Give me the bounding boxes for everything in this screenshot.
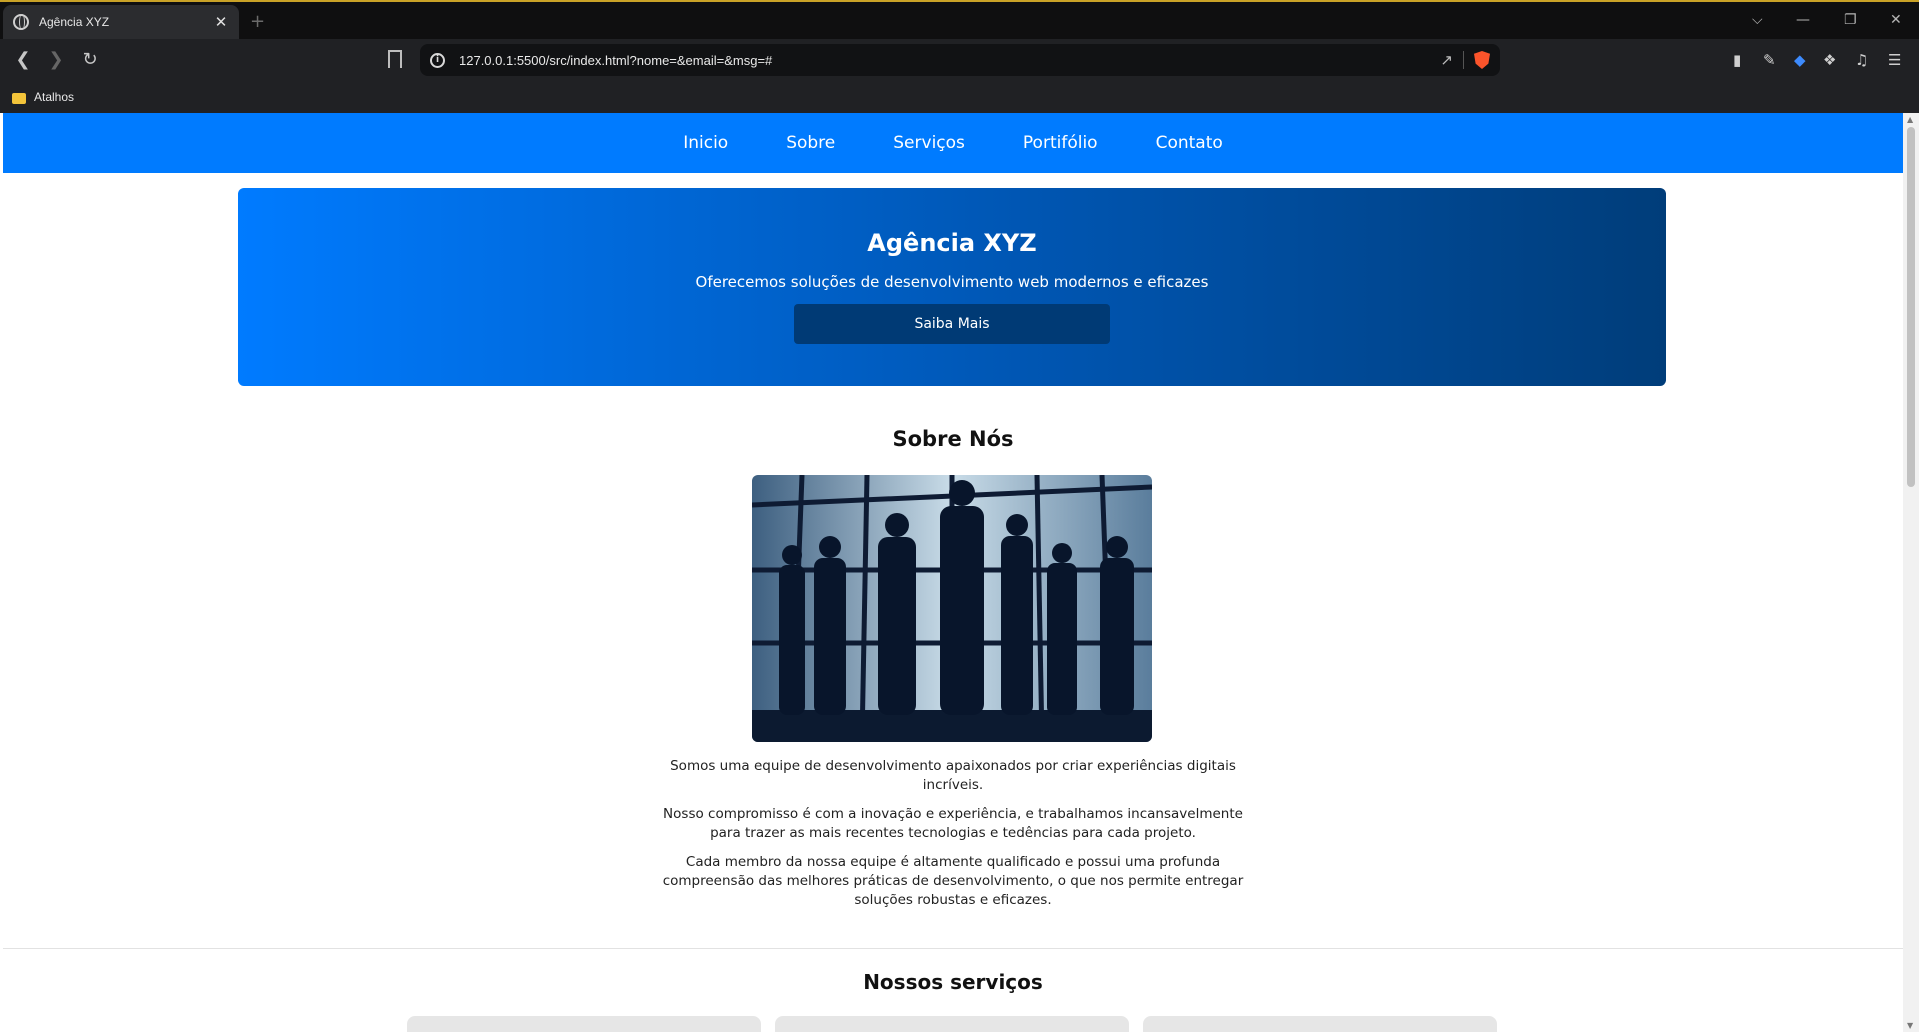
window-close-icon[interactable]: ✕ — [1890, 12, 1902, 28]
about-paragraph-3: Cada membro da nossa equipe é altamente … — [662, 854, 1244, 908]
brave-shield-icon[interactable] — [1474, 51, 1490, 69]
reload-icon[interactable]: ↻ — [78, 49, 102, 70]
back-icon[interactable]: ❮ — [11, 49, 35, 70]
service-card — [407, 1016, 761, 1032]
toolbar-divider — [1463, 51, 1464, 69]
nav-item-servicos[interactable]: Serviços — [864, 133, 994, 153]
browser-toolbar: ❮ ❯ ↻ i 127.0.0.1:5500/src/index.html?no… — [0, 39, 1919, 81]
hero-subtitle: Oferecemos soluções de desenvolvimento w… — [695, 273, 1209, 291]
nav-item-contato[interactable]: Contato — [1127, 133, 1252, 153]
forward-icon[interactable]: ❯ — [44, 49, 68, 70]
section-divider — [3, 948, 1903, 949]
tab-close-icon[interactable]: ✕ — [213, 13, 229, 31]
bookmark-folder-atalhos[interactable]: Atalhos — [34, 90, 74, 104]
url-text[interactable]: 127.0.0.1:5500/src/index.html?nome=&emai… — [459, 53, 1440, 68]
share-icon[interactable]: ↗ — [1440, 51, 1453, 69]
services-title: Nossos serviços — [863, 970, 1043, 994]
about-paragraph-1: Somos uma equipe de desenvolvimento apai… — [670, 758, 1236, 793]
learn-more-button[interactable]: Saiba Mais — [794, 304, 1110, 344]
hero-title: Agência XYZ — [867, 229, 1037, 257]
color-picker-icon[interactable]: ✎ — [1763, 51, 1776, 69]
browser-chrome: Agência XYZ ✕ + ⌵ — ❐ ✕ ❮ ❯ ↻ i 127.0.0.… — [0, 0, 1919, 113]
restore-icon[interactable]: ❐ — [1844, 12, 1857, 28]
page-viewport: Inicio Sobre Serviços Portifólio Contato… — [3, 113, 1903, 1032]
hero-banner: Agência XYZ Oferecemos soluções de desen… — [238, 188, 1666, 386]
bookmark-icon[interactable] — [388, 50, 402, 68]
nav-item-portifolio[interactable]: Portifólio — [994, 133, 1127, 153]
site-navbar: Inicio Sobre Serviços Portifólio Contato — [3, 113, 1903, 173]
tab-strip: Agência XYZ ✕ + ⌵ — ❐ ✕ — [0, 0, 1919, 39]
extension-document-icon[interactable]: ▮ — [1733, 51, 1741, 69]
browser-tab[interactable]: Agência XYZ ✕ — [3, 5, 239, 39]
team-silhouette-image — [752, 475, 1152, 742]
nav-item-sobre[interactable]: Sobre — [757, 133, 864, 153]
minimize-icon[interactable]: — — [1796, 12, 1810, 28]
scroll-down-arrow-icon[interactable]: ▼ — [1907, 1021, 1913, 1030]
page-scrollbar[interactable]: ▲ ▼ — [1903, 113, 1919, 1032]
about-paragraph-2: Nosso compromisso é com a inovação e exp… — [663, 806, 1243, 841]
nav-item-inicio[interactable]: Inicio — [654, 133, 757, 153]
about-title: Sobre Nós — [892, 427, 1014, 451]
tab-title: Agência XYZ — [39, 15, 110, 29]
extension-diamond-icon[interactable]: ◆ — [1794, 51, 1806, 69]
globe-icon — [13, 14, 29, 30]
media-icon[interactable]: ♫ — [1855, 51, 1868, 69]
new-tab-button[interactable]: + — [250, 11, 265, 32]
scrollbar-thumb[interactable] — [1907, 127, 1915, 487]
folder-icon — [12, 92, 26, 104]
service-card — [1143, 1016, 1497, 1032]
tab-search-icon[interactable]: ⌵ — [1752, 12, 1763, 28]
scroll-up-arrow-icon[interactable]: ▲ — [1907, 115, 1913, 124]
site-info-icon[interactable]: i — [430, 52, 445, 68]
menu-icon[interactable]: ☰ — [1888, 51, 1901, 69]
extensions-puzzle-icon[interactable]: ❖ — [1823, 51, 1836, 69]
bookmarks-bar: Atalhos — [0, 81, 1919, 113]
service-card — [775, 1016, 1129, 1032]
address-bar[interactable]: i 127.0.0.1:5500/src/index.html?nome=&em… — [420, 44, 1500, 76]
